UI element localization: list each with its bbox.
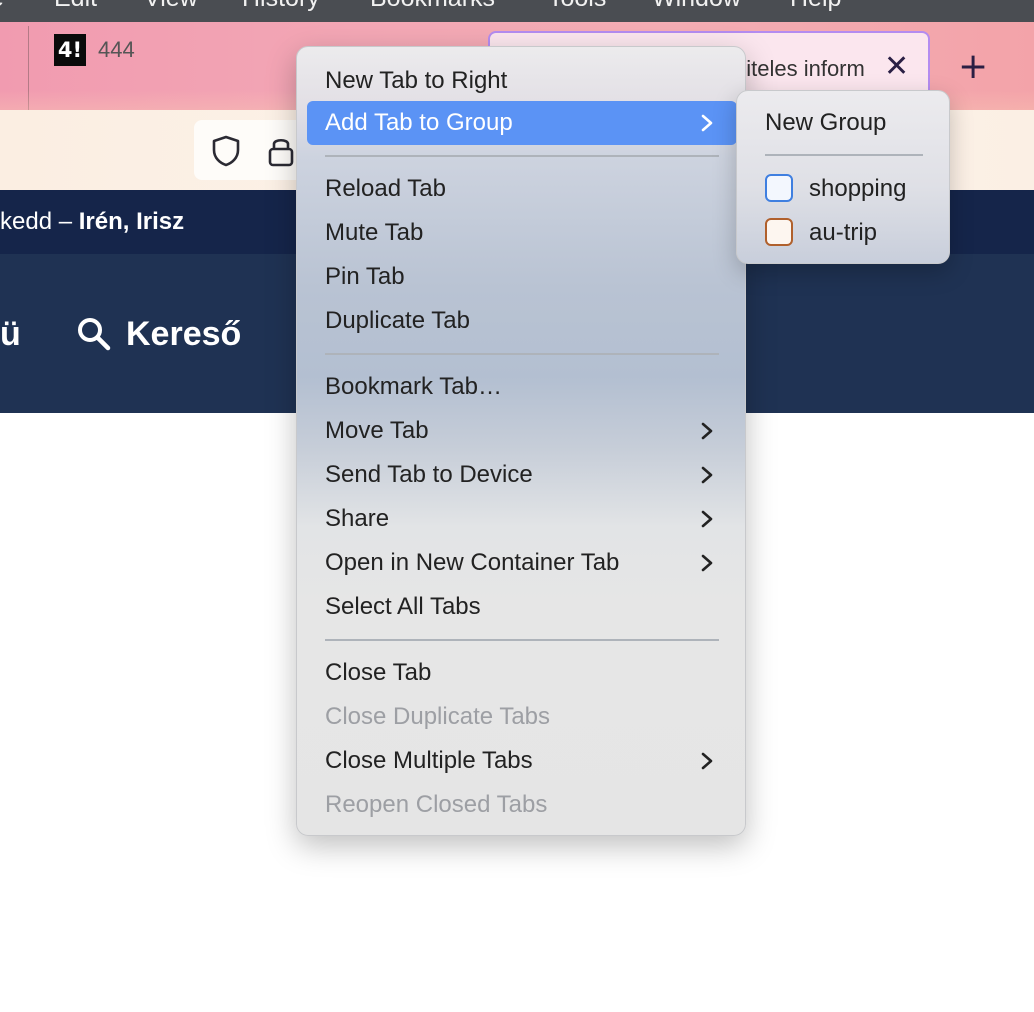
menu-item-send-tab-to-device[interactable]: Send Tab to Device <box>307 453 737 497</box>
menu-item-close-tab[interactable]: Close Tab <box>307 651 737 695</box>
menu-item-mute-tab[interactable]: Mute Tab <box>307 211 737 255</box>
group-color-swatch-icon <box>765 174 793 202</box>
search-label[interactable]: Kereső <box>126 312 241 356</box>
menu-item-reload-tab[interactable]: Reload Tab <box>307 167 737 211</box>
tab-close-icon[interactable]: ✕ <box>884 51 909 83</box>
menu-help[interactable]: Help <box>790 0 841 13</box>
nameday-prefix: kedd – <box>0 208 79 235</box>
menu-separator <box>325 155 719 157</box>
menu-bookmarks[interactable]: Bookmarks <box>370 0 495 13</box>
tab-group-submenu: New Group shopping au-trip <box>736 90 950 264</box>
menu-item-label: Share <box>325 505 390 532</box>
tracking-protection-shield-icon[interactable] <box>210 134 242 168</box>
menu-tools[interactable]: Tools <box>548 0 606 13</box>
tab-444-title[interactable]: 444 <box>98 34 135 66</box>
menu-file[interactable]: e <box>0 0 4 13</box>
menu-history[interactable]: History <box>242 0 320 13</box>
macos-menu-bar: e Edit View History Bookmarks Tools Wind… <box>0 0 1034 22</box>
group-label: shopping <box>809 175 907 202</box>
tab-context-menu: New Tab to Right Add Tab to Group Reload… <box>296 46 746 836</box>
chevron-right-icon <box>701 510 713 528</box>
menu-item-select-all-tabs[interactable]: Select All Tabs <box>307 585 737 629</box>
search-icon[interactable] <box>76 316 112 352</box>
menu-item-duplicate-tab[interactable]: Duplicate Tab <box>307 299 737 343</box>
menu-item-label: Move Tab <box>325 417 429 444</box>
nav-menu-label[interactable]: ü <box>0 312 21 356</box>
menu-item-close-multiple-tabs[interactable]: Close Multiple Tabs <box>307 739 737 783</box>
menu-item-new-tab-to-right[interactable]: New Tab to Right <box>307 59 737 103</box>
menu-item-pin-tab[interactable]: Pin Tab <box>307 255 737 299</box>
menu-item-add-tab-to-group[interactable]: Add Tab to Group <box>307 101 737 145</box>
menu-item-reopen-closed-tabs: Reopen Closed Tabs <box>325 791 548 818</box>
menu-item-label: Add Tab to Group <box>325 109 513 136</box>
menu-separator <box>325 639 719 641</box>
chevron-right-icon <box>701 554 713 572</box>
chevron-right-icon <box>701 752 713 770</box>
chevron-right-icon <box>701 466 713 484</box>
chevron-right-icon <box>701 114 713 132</box>
group-color-swatch-icon <box>765 218 793 246</box>
nameday-names: Irén, Irisz <box>78 208 185 235</box>
menu-separator <box>325 353 719 355</box>
site-444-favicon-icon: 4! <box>54 34 86 66</box>
menu-item-close-duplicate-tabs: Close Duplicate Tabs <box>325 703 551 730</box>
menu-window[interactable]: Window <box>652 0 741 13</box>
lock-icon[interactable] <box>266 134 296 168</box>
submenu-separator <box>765 154 923 156</box>
menu-item-bookmark-tab[interactable]: Bookmark Tab… <box>307 365 737 409</box>
submenu-item-group-au-trip[interactable]: au-trip <box>737 211 951 255</box>
submenu-item-group-shopping[interactable]: shopping <box>737 167 951 211</box>
submenu-item-new-group[interactable]: New Group <box>765 101 945 145</box>
tab-separator <box>28 26 29 110</box>
menu-item-open-in-new-container-tab[interactable]: Open in New Container Tab <box>307 541 737 585</box>
group-label: au-trip <box>809 219 878 246</box>
menu-item-move-tab[interactable]: Move Tab <box>307 409 737 453</box>
menu-item-label: Open in New Container Tab <box>325 549 620 576</box>
active-tab-title[interactable]: hiteles inform <box>734 55 865 83</box>
menu-view[interactable]: View <box>144 0 198 13</box>
chevron-right-icon <box>701 422 713 440</box>
menu-item-share[interactable]: Share <box>307 497 737 541</box>
menu-item-label: Send Tab to Device <box>325 461 533 488</box>
new-tab-button[interactable]: + <box>958 48 988 86</box>
nameday-text: kedd – Irén, Irisz <box>0 208 184 236</box>
menu-item-label: Close Multiple Tabs <box>325 747 533 774</box>
menu-edit[interactable]: Edit <box>54 0 97 13</box>
